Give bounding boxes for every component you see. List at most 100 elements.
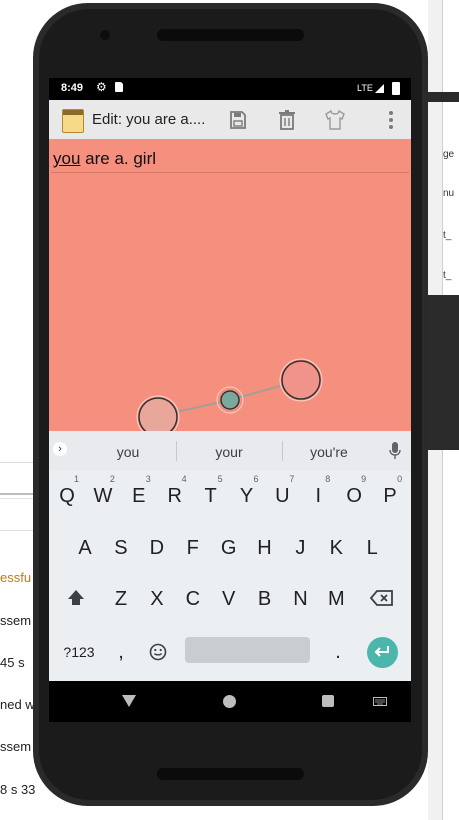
- key-hint: 4: [181, 474, 187, 484]
- key-hint: 6: [253, 474, 259, 484]
- key-hint: 9: [361, 474, 367, 484]
- key-t[interactable]: T5: [194, 474, 228, 516]
- suggestion-1[interactable]: you: [78, 444, 178, 460]
- log-line: essfu: [0, 570, 32, 585]
- shift-icon[interactable]: [65, 587, 87, 609]
- battery-icon: [392, 82, 400, 95]
- divider: [176, 441, 177, 461]
- key-hint: 2: [109, 474, 115, 484]
- key-label: T: [204, 485, 217, 507]
- side-label: t_: [443, 230, 452, 241]
- space-bar[interactable]: [185, 637, 310, 663]
- emoji-icon[interactable]: [149, 643, 167, 661]
- key-o[interactable]: O9: [337, 474, 371, 516]
- save-icon[interactable]: [226, 108, 250, 132]
- sd-card-icon: [115, 82, 123, 92]
- editor-content[interactable]: you are a. girl: [53, 149, 156, 169]
- key-m[interactable]: M: [319, 579, 353, 619]
- key-label: Q: [59, 485, 75, 507]
- log-line: ssem: [0, 739, 32, 754]
- key-e[interactable]: E3: [122, 474, 156, 516]
- key-p[interactable]: P0: [373, 474, 407, 516]
- key-f[interactable]: F: [176, 528, 210, 568]
- key-x[interactable]: X: [140, 579, 174, 619]
- status-bar: 8:49 ⚙ LTE: [49, 78, 411, 100]
- dark-strip: [428, 295, 459, 450]
- back-icon[interactable]: [122, 695, 136, 707]
- dark-strip: [428, 92, 459, 102]
- keyboard-icon[interactable]: [373, 697, 387, 706]
- status-time: 8:49: [61, 82, 84, 94]
- key-j[interactable]: J: [283, 528, 317, 568]
- key-label: W: [93, 485, 113, 507]
- key-u[interactable]: U7: [265, 474, 299, 516]
- key-hint: 7: [289, 474, 295, 484]
- key-w[interactable]: W2: [86, 474, 120, 516]
- comma-key[interactable]: ,: [106, 632, 136, 672]
- mic-icon[interactable]: [388, 441, 402, 461]
- key-n[interactable]: N: [284, 579, 318, 619]
- key-c[interactable]: C: [176, 579, 210, 619]
- key-g[interactable]: G: [212, 528, 246, 568]
- trash-icon[interactable]: [275, 108, 299, 132]
- key-label: Y: [239, 485, 254, 507]
- side-label: ge: [443, 149, 455, 160]
- app-bar: Edit: you are a....: [49, 100, 411, 139]
- soft-keyboard: › you your you're ?123 , . Q 1 W 2 E 3 R…: [49, 431, 411, 681]
- symbols-key[interactable]: ?123: [59, 632, 99, 672]
- key-hint: 8: [325, 474, 331, 484]
- recents-icon[interactable]: [322, 695, 334, 707]
- text-line: [51, 172, 409, 173]
- ide-right-panel: ge nu t_ t_: [428, 0, 459, 820]
- camera: [100, 30, 110, 40]
- key-d[interactable]: D: [140, 528, 174, 568]
- log-line: ssem: [0, 613, 32, 628]
- key-a[interactable]: A: [68, 528, 102, 568]
- key-label: O: [346, 485, 362, 507]
- device-screen: 8:49 ⚙ LTE Edit: you are a.... you are a…: [49, 78, 411, 722]
- key-i[interactable]: I8: [301, 474, 335, 516]
- editor-text: are a. girl: [80, 149, 157, 168]
- key-label: E: [132, 485, 146, 507]
- suggestion-3[interactable]: you're: [279, 444, 379, 460]
- key-label: P: [383, 485, 397, 507]
- home-icon[interactable]: [223, 695, 236, 708]
- key-hint: 5: [217, 474, 223, 484]
- suggestion-2[interactable]: your: [179, 444, 279, 460]
- side-label: t_: [443, 270, 452, 281]
- network-type: LTE: [357, 83, 373, 93]
- notebook-icon[interactable]: [62, 109, 84, 133]
- enter-button[interactable]: [367, 637, 398, 668]
- more-vert-icon[interactable]: [379, 108, 403, 132]
- key-b[interactable]: B: [248, 579, 282, 619]
- page-title: Edit: you are a....: [92, 111, 206, 128]
- key-hint: 1: [73, 474, 79, 484]
- enter-icon: [374, 646, 389, 657]
- key-hint: 3: [145, 474, 151, 484]
- period-key[interactable]: .: [325, 632, 351, 672]
- key-s[interactable]: S: [104, 528, 138, 568]
- navigation-bar: [49, 681, 411, 722]
- chevron-right-icon[interactable]: ›: [53, 442, 67, 456]
- key-v[interactable]: V: [212, 579, 246, 619]
- bottom-speaker: [157, 768, 304, 780]
- backspace-icon[interactable]: [370, 588, 394, 608]
- shirt-icon[interactable]: [323, 108, 347, 132]
- log-line: 8 s 33: [0, 782, 36, 797]
- key-y[interactable]: Y6: [230, 474, 264, 516]
- signal-icon: [375, 84, 384, 93]
- top-speaker: [157, 29, 304, 41]
- key-k[interactable]: K: [319, 528, 353, 568]
- settings-icon: ⚙: [96, 80, 107, 94]
- key-q[interactable]: Q1: [50, 474, 84, 516]
- key-hint: 0: [397, 474, 403, 484]
- side-label: nu: [443, 188, 455, 199]
- composing-word: you: [53, 149, 81, 168]
- key-l[interactable]: L: [355, 528, 389, 568]
- key-label: R: [167, 485, 182, 507]
- key-z[interactable]: Z: [104, 579, 138, 619]
- key-r[interactable]: R4: [158, 474, 192, 516]
- log-line: ned w: [0, 697, 35, 712]
- key-h[interactable]: H: [248, 528, 282, 568]
- key-label: U: [275, 485, 290, 507]
